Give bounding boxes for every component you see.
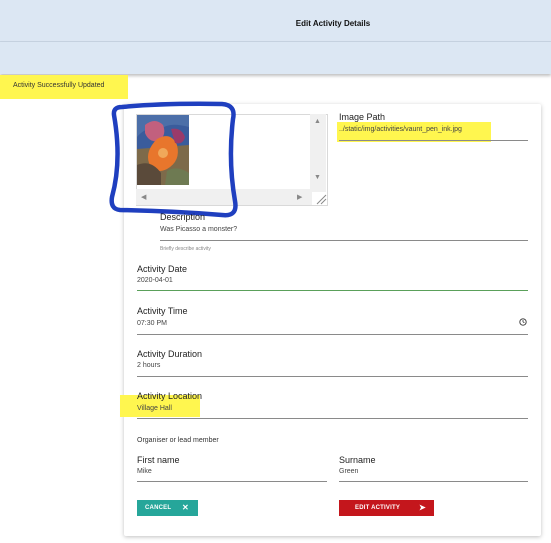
activity-time-underline xyxy=(137,334,528,335)
activity-time-input[interactable]: 07:30 PM xyxy=(137,320,167,327)
description-label: Description xyxy=(160,212,206,222)
success-alert: Activity Successfully Updated xyxy=(0,75,128,99)
activity-date-underline xyxy=(137,290,528,291)
activity-date-input[interactable]: 2020-04-01 xyxy=(137,277,173,284)
description-underline xyxy=(160,240,528,241)
image-path-underline xyxy=(339,140,528,141)
cancel-button-label: CANCEL xyxy=(145,505,172,511)
activity-location-label: Activity Location xyxy=(137,391,203,401)
clock-icon[interactable] xyxy=(519,318,527,326)
first-name-underline xyxy=(137,481,327,482)
surname-input[interactable]: Green xyxy=(339,468,358,475)
scroll-left-arrow-icon[interactable]: ◀ xyxy=(141,193,146,201)
first-name-label: First name xyxy=(137,455,180,465)
activity-location-input[interactable]: Village Hall xyxy=(137,405,172,412)
resize-grip-icon[interactable] xyxy=(313,192,327,205)
activity-duration-underline xyxy=(137,376,528,377)
activity-image xyxy=(137,115,189,185)
activity-duration-input[interactable]: 2 hours xyxy=(137,362,160,369)
activity-location-underline xyxy=(137,418,528,419)
image-horizontal-scrollbar[interactable] xyxy=(136,189,312,205)
activity-date-label: Activity Date xyxy=(137,264,188,274)
edit-activity-button-label: EDIT ACTIVITY xyxy=(355,505,401,511)
activity-time-label: Activity Time xyxy=(137,306,188,316)
scroll-up-arrow-icon[interactable]: ▲ xyxy=(314,118,321,125)
send-icon: ➤ xyxy=(419,503,426,512)
edit-activity-button[interactable]: EDIT ACTIVITY ➤ xyxy=(339,500,434,516)
scroll-down-arrow-icon[interactable]: ▼ xyxy=(314,174,321,181)
app-header: Edit Activity Details xyxy=(0,0,551,42)
image-path-label: Image Path xyxy=(339,112,386,122)
scroll-right-arrow-icon[interactable]: ▶ xyxy=(297,193,302,201)
surname-underline xyxy=(339,481,528,482)
close-icon: ✕ xyxy=(182,503,189,512)
page-title: Edit Activity Details xyxy=(295,19,371,28)
description-input[interactable]: Was Picasso a monster? xyxy=(160,226,237,233)
organiser-heading: Organiser or lead member xyxy=(137,437,219,444)
sub-header-bar xyxy=(0,42,551,74)
surname-label: Surname xyxy=(339,455,376,465)
image-path-input[interactable]: ../static/img/activities/vaunt_pen_ink.j… xyxy=(339,126,462,133)
first-name-input[interactable]: Mike xyxy=(137,468,152,475)
description-hint: Briefly describe activity xyxy=(160,246,211,252)
cancel-button[interactable]: CANCEL ✕ xyxy=(137,500,198,516)
activity-duration-label: Activity Duration xyxy=(137,349,203,359)
